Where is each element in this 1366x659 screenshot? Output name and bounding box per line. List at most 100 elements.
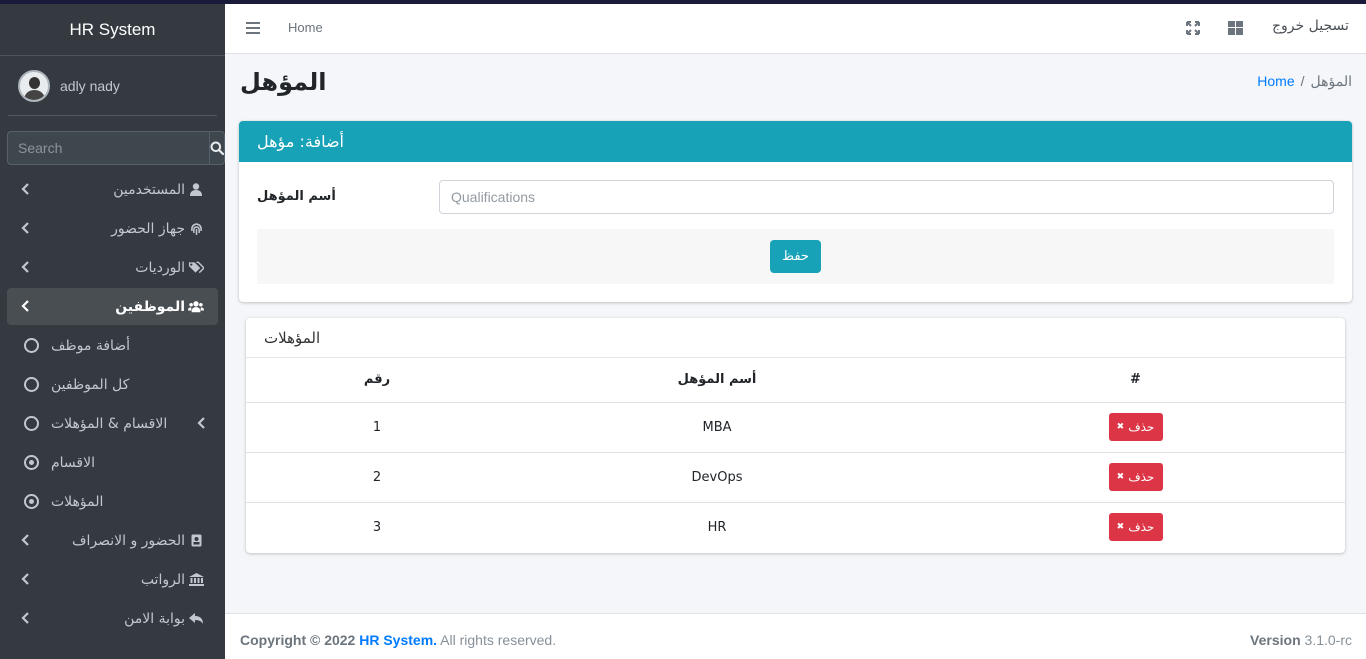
cell-name: HR bbox=[707, 519, 727, 535]
sidebar-subitem-departments-qualifications[interactable]: الاقسام & المؤهلات bbox=[7, 405, 218, 442]
sidebar-nav: المستخدمين جهاز الحضور الورديات الموظفين… bbox=[0, 171, 225, 637]
card-title: المؤهلات bbox=[246, 318, 1345, 358]
avatar bbox=[18, 69, 50, 102]
qualification-name-label: أسم المؤهل bbox=[257, 189, 336, 204]
footer-system-link[interactable]: HR System. bbox=[359, 632, 437, 648]
menu-toggle-icon[interactable] bbox=[246, 22, 260, 34]
id-badge-icon bbox=[188, 534, 204, 548]
breadcrumb-current: المؤهل bbox=[1310, 73, 1352, 89]
sidebar-item-users[interactable]: المستخدمين bbox=[7, 171, 218, 208]
table-row: 2 DevOps ✖ حذف bbox=[246, 452, 1345, 503]
form-row: أسم المؤهل bbox=[257, 180, 1334, 214]
close-icon: ✖ bbox=[1116, 422, 1125, 432]
chevron-left-icon bbox=[21, 573, 29, 585]
sidebar-item-label: الاقسام & المؤهلات bbox=[51, 415, 168, 432]
reply-icon bbox=[188, 612, 204, 626]
column-header-num: رقم bbox=[246, 358, 508, 403]
table-row: 1 MBA ✖ حذف bbox=[246, 402, 1345, 453]
column-header-name: أسم المؤهل bbox=[508, 358, 926, 403]
add-qualification-card: أضافة: مؤهل أسم المؤهل حفظ bbox=[239, 121, 1352, 302]
tags-icon bbox=[188, 261, 204, 275]
footer-rights: All rights reserved. bbox=[440, 632, 557, 648]
sidebar-item-label: كل الموظفين bbox=[51, 376, 130, 393]
header-home-link[interactable]: Home bbox=[288, 20, 323, 35]
close-icon: ✖ bbox=[1116, 472, 1125, 482]
cell-action: ✖ حذف bbox=[926, 502, 1345, 552]
sidebar-item-label: المؤهلات bbox=[51, 493, 104, 510]
cell-action: ✖ حذف bbox=[926, 452, 1345, 503]
delete-label: حذف bbox=[1128, 520, 1155, 535]
breadcrumb-separator: / bbox=[1300, 73, 1305, 89]
chevron-left-icon bbox=[21, 261, 29, 273]
cell-num: 3 bbox=[372, 519, 382, 535]
sidebar-item-security-gate[interactable]: بوابة الامن bbox=[7, 600, 218, 637]
qualifications-table-card: المؤهلات رقم أسم المؤهل # 1 MBA ✖ حذف 2 D… bbox=[246, 318, 1345, 553]
delete-button[interactable]: ✖ حذف bbox=[1108, 513, 1163, 542]
user-panel: adly nady bbox=[8, 56, 217, 116]
cell-name: DevOps bbox=[508, 452, 926, 503]
qualification-name-input[interactable] bbox=[439, 180, 1334, 214]
qualifications-table: رقم أسم المؤهل # 1 MBA ✖ حذف 2 DevOps ✖ حذ… bbox=[246, 358, 1345, 552]
sidebar: HR System adly nady المستخدمين جهاز الحض… bbox=[0, 0, 225, 659]
chevron-left-icon bbox=[197, 417, 205, 429]
close-icon: ✖ bbox=[1116, 522, 1125, 533]
breadcrumb-home[interactable]: Home bbox=[1257, 73, 1294, 90]
sidebar-subitem-all-employees[interactable]: كل الموظفين bbox=[7, 366, 218, 403]
sidebar-item-label: الرواتب bbox=[140, 571, 185, 588]
sidebar-item-label: الموظفين bbox=[115, 298, 185, 315]
brand-link[interactable]: HR System bbox=[0, 0, 225, 56]
logout-link[interactable]: تسجيل خروج bbox=[1272, 18, 1349, 34]
table-row: 3 HR ✖ حذف bbox=[246, 502, 1345, 552]
sidebar-item-label: المستخدمين bbox=[113, 181, 185, 198]
search-input[interactable] bbox=[7, 131, 209, 165]
chevron-left-icon bbox=[21, 183, 29, 195]
search-icon bbox=[210, 141, 224, 155]
circle-icon bbox=[24, 377, 39, 392]
footer-version: Version 3.1.0-rc bbox=[1250, 632, 1352, 648]
top-border bbox=[0, 0, 1366, 4]
bank-icon bbox=[188, 573, 204, 587]
sidebar-subitem-qualifications[interactable]: المؤهلات bbox=[7, 483, 218, 520]
sidebar-item-label: جهاز الحضور bbox=[111, 220, 185, 237]
sidebar-item-label: الحضور و الانصراف bbox=[71, 532, 185, 549]
sidebar-item-employees[interactable]: الموظفين bbox=[7, 288, 218, 325]
sidebar-item-salaries[interactable]: الرواتب bbox=[7, 561, 218, 598]
grid-icon[interactable] bbox=[1228, 21, 1243, 35]
chevron-left-icon bbox=[21, 300, 29, 312]
sidebar-item-shifts[interactable]: الورديات bbox=[7, 249, 218, 286]
page-title: المؤهل bbox=[240, 68, 327, 96]
footer-copyright: Copyright © 2022 HR System. All rights r… bbox=[240, 632, 556, 648]
delete-label: حذف bbox=[1128, 420, 1155, 434]
search-button[interactable] bbox=[209, 131, 225, 165]
table-header-row: رقم أسم المؤهل # bbox=[246, 358, 1345, 403]
cell-action: ✖ حذف bbox=[926, 402, 1345, 453]
user-name[interactable]: adly nady bbox=[60, 78, 120, 94]
column-header-action: # bbox=[926, 358, 1345, 403]
card-footer: حفظ bbox=[257, 229, 1334, 284]
sidebar-subitem-departments[interactable]: الاقسام bbox=[7, 444, 218, 481]
sidebar-subitem-add-employee[interactable]: أضافة موظف bbox=[7, 327, 218, 364]
save-button[interactable]: حفظ bbox=[770, 240, 821, 273]
dot-circle-icon bbox=[24, 455, 39, 470]
sidebar-item-attendance-leave[interactable]: الحضور و الانصراف bbox=[7, 522, 218, 559]
user-icon bbox=[188, 183, 204, 197]
fingerprint-icon bbox=[188, 222, 204, 236]
sidebar-item-label: الورديات bbox=[135, 259, 185, 276]
sidebar-item-label: الاقسام bbox=[51, 454, 95, 471]
cell-num: 2 bbox=[246, 452, 508, 503]
sidebar-search bbox=[7, 131, 225, 165]
sidebar-item-attendance-device[interactable]: جهاز الحضور bbox=[7, 210, 218, 247]
breadcrumb: Home / المؤهل bbox=[1257, 73, 1352, 90]
delete-label: حذف bbox=[1128, 470, 1155, 484]
cell-name: MBA bbox=[508, 402, 926, 453]
circle-icon bbox=[24, 416, 39, 431]
sidebar-item-label: بوابة الامن bbox=[124, 610, 185, 627]
chevron-left-icon bbox=[21, 612, 29, 624]
chevron-left-icon bbox=[21, 534, 29, 546]
delete-button[interactable]: ✖ حذف bbox=[1108, 463, 1163, 491]
cell-num: 1 bbox=[246, 402, 508, 453]
fullscreen-icon[interactable] bbox=[1186, 21, 1200, 35]
copyright-text: Copyright © 2022 bbox=[240, 632, 356, 648]
page-footer: Copyright © 2022 HR System. All rights r… bbox=[225, 613, 1366, 659]
delete-button[interactable]: ✖ حذف bbox=[1108, 413, 1163, 441]
